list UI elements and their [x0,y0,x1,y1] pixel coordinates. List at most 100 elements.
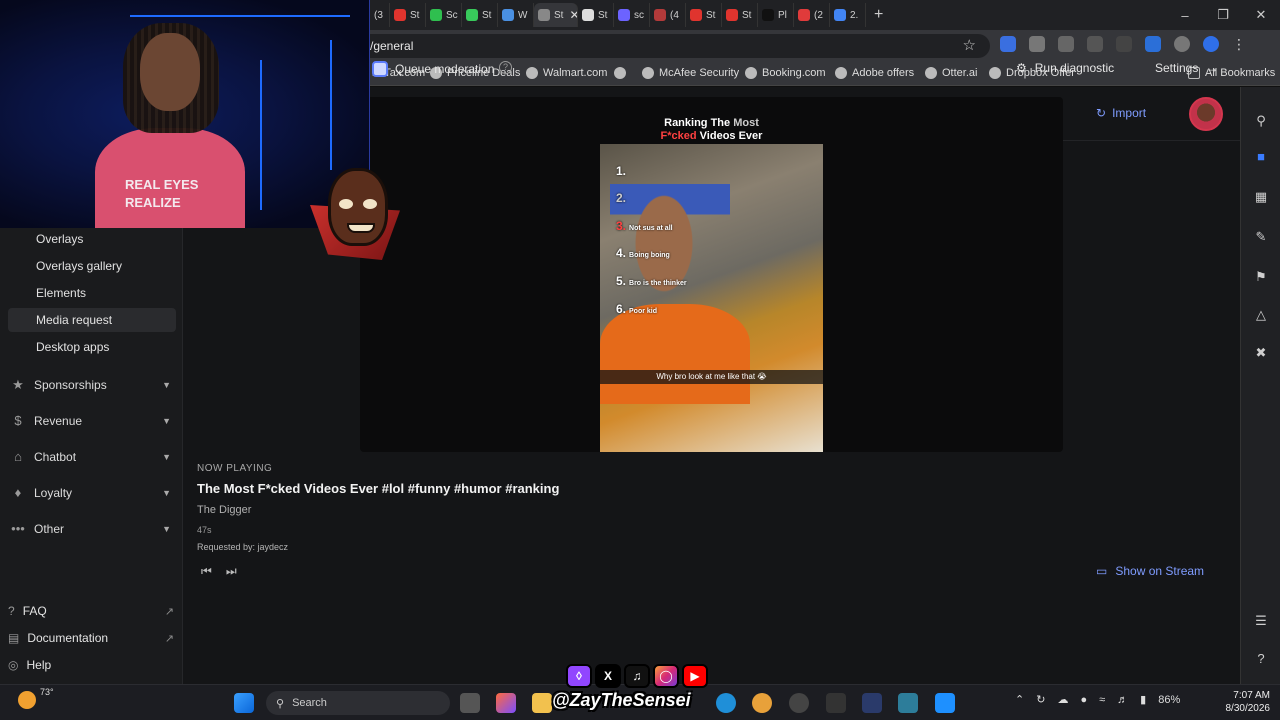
windows-start-icon[interactable] [234,693,254,713]
sidebar-group[interactable]: ⌂ Chatbot ▼ [10,449,175,465]
led-strip [260,60,262,210]
run-diagnostic-button[interactable]: ⚙ Run diagnostic [1016,61,1114,75]
media-control-icon[interactable] [1116,36,1132,52]
minimize-icon[interactable]: – [1166,8,1204,23]
copilot-icon[interactable]: ■ [1253,149,1269,165]
cloud-icon[interactable]: ☁ [1057,693,1068,706]
video-title-line2-accent: F*cked [660,130,697,142]
browser-tab[interactable]: St [722,3,758,27]
tab-label: (4 [670,9,679,21]
menu-kebab-icon[interactable]: ⋮ [1232,36,1248,52]
office-icon[interactable]: ▦ [1253,189,1269,205]
question-mark-icon[interactable]: ? [499,61,512,74]
shirt-text-line2: REALIZE [125,195,181,210]
sidebar-item[interactable]: Overlays [8,227,176,251]
sync-icon[interactable]: ↻ [1036,693,1045,706]
media-player[interactable]: Ranking The Most F*cked Videos Ever 1. 2.… [360,97,1063,452]
streamlabs-icon[interactable] [898,693,918,713]
sidebar-item[interactable]: Media request [8,308,176,332]
restore-icon[interactable]: ❐ [1204,7,1242,23]
chrome-icon[interactable] [752,693,772,713]
close-window-icon[interactable]: ✕ [1242,7,1280,23]
side-panel-icon[interactable] [1145,36,1161,52]
app-icon[interactable] [826,693,846,713]
sidebar-group[interactable]: ••• Other ▼ [10,521,175,537]
tab-label: (3 [374,9,383,21]
weather-widget[interactable]: 73° [18,687,54,709]
mic-icon[interactable]: ● [1080,694,1087,706]
browser-tab[interactable]: St ✕ [534,3,578,27]
sync-check-icon[interactable] [1203,36,1219,52]
new-tab-icon[interactable]: + [866,6,891,24]
browser-tab[interactable]: St [390,3,426,27]
sidebar-group[interactable]: $ Revenue ▼ [10,413,175,429]
sidebar-group[interactable]: ♦ Loyalty ▼ [10,485,175,501]
queue-moderation-toggle[interactable] [372,61,388,77]
browser-side-rail: ⚲ ■ ▦ ✎ ⚑ △ ✖ ☰ ? [1240,87,1280,684]
profile-icon[interactable] [1174,36,1190,52]
sliders-icon[interactable]: ☰ [1253,613,1269,629]
battery-icon[interactable]: ▮ [1140,693,1146,706]
browser-tab[interactable]: Sc [426,3,462,27]
tab-favicon-icon [690,9,702,21]
chevron-down-icon: ▼ [162,488,171,498]
video-extension-icon[interactable] [1058,36,1074,52]
chevron-up-icon[interactable]: ⌃ [1015,693,1024,706]
copilot-app-icon[interactable] [496,693,516,713]
gear-extension-icon[interactable] [1029,36,1045,52]
sidebar-footer-link[interactable]: ◎ Help [8,658,174,672]
more-icon: ••• [11,521,25,536]
search-icon[interactable]: ⚲ [1253,113,1269,129]
previous-icon[interactable]: ⏮ [201,564,212,579]
tag-icon[interactable]: ⚑ [1253,269,1269,285]
ranking-text: Not sus at all [629,225,673,232]
browser-tab[interactable]: 2. [830,3,866,27]
edge-icon[interactable] [716,693,736,713]
audio-app-icon[interactable] [862,693,882,713]
obs-icon[interactable] [789,693,809,713]
task-view-icon[interactable] [460,693,480,713]
sidebar-item[interactable]: Desktop apps [8,335,176,359]
close-tab-icon[interactable]: ✕ [569,8,577,22]
browser-tab[interactable]: (4 [650,3,686,27]
ranking-number: 2. [616,191,627,205]
show-on-stream-button[interactable]: ▭ Show on Stream [1096,564,1204,578]
browser-tab[interactable]: sc [614,3,650,27]
next-icon[interactable]: ⏭ [226,564,237,579]
ranking-number: 1. [616,164,627,178]
sidebar-group[interactable]: ★ Sponsorships ▼ [10,377,175,393]
games-icon[interactable]: △ [1253,307,1269,323]
import-button[interactable]: ↻ Import [1096,106,1146,120]
store-icon[interactable] [935,693,955,713]
requested-by: Requested by: jaydecz [197,542,289,552]
browser-tab[interactable]: St [578,3,614,27]
shield-extension-icon[interactable] [1000,36,1016,52]
browser-tab[interactable]: St [686,3,722,27]
tab-favicon-icon [726,9,738,21]
tools-icon[interactable]: ✖ [1253,345,1269,361]
avatar[interactable] [1189,97,1223,131]
notes-icon[interactable]: ✎ [1253,229,1269,245]
file-explorer-icon[interactable] [532,693,552,713]
sidebar-footer-link[interactable]: ? FAQ ↗ [8,604,174,618]
volume-icon[interactable]: ♬ [1117,694,1128,706]
browser-tab[interactable]: W [498,3,534,27]
help-icon[interactable]: ? [1253,651,1269,667]
browser-tab[interactable]: St [462,3,498,27]
browser-tab[interactable]: (2 [794,3,830,27]
temperature: 73° [40,687,54,697]
bookmark-star-icon[interactable]: ☆ [963,36,976,54]
puzzle-icon[interactable] [1087,36,1103,52]
sidebar-item[interactable]: Overlays gallery [8,254,176,278]
tab-favicon-icon [582,9,594,21]
instagram-icon: ◯ [653,664,679,688]
settings-button[interactable]: Settings → [1155,61,1218,75]
sidebar-item[interactable]: Elements [8,281,176,305]
sidebar-footer-link[interactable]: ▤ Documentation ↗ [8,631,174,645]
tab-label: Pl [778,9,787,21]
clock[interactable]: 7:07 AM 8/30/2026 [1210,689,1271,715]
wifi-icon[interactable]: ≈ [1099,694,1105,706]
shirt-text-line1: REAL EYES [125,177,199,192]
taskbar-search[interactable]: ⚲ Search [266,691,450,715]
browser-tab[interactable]: Pl [758,3,794,27]
